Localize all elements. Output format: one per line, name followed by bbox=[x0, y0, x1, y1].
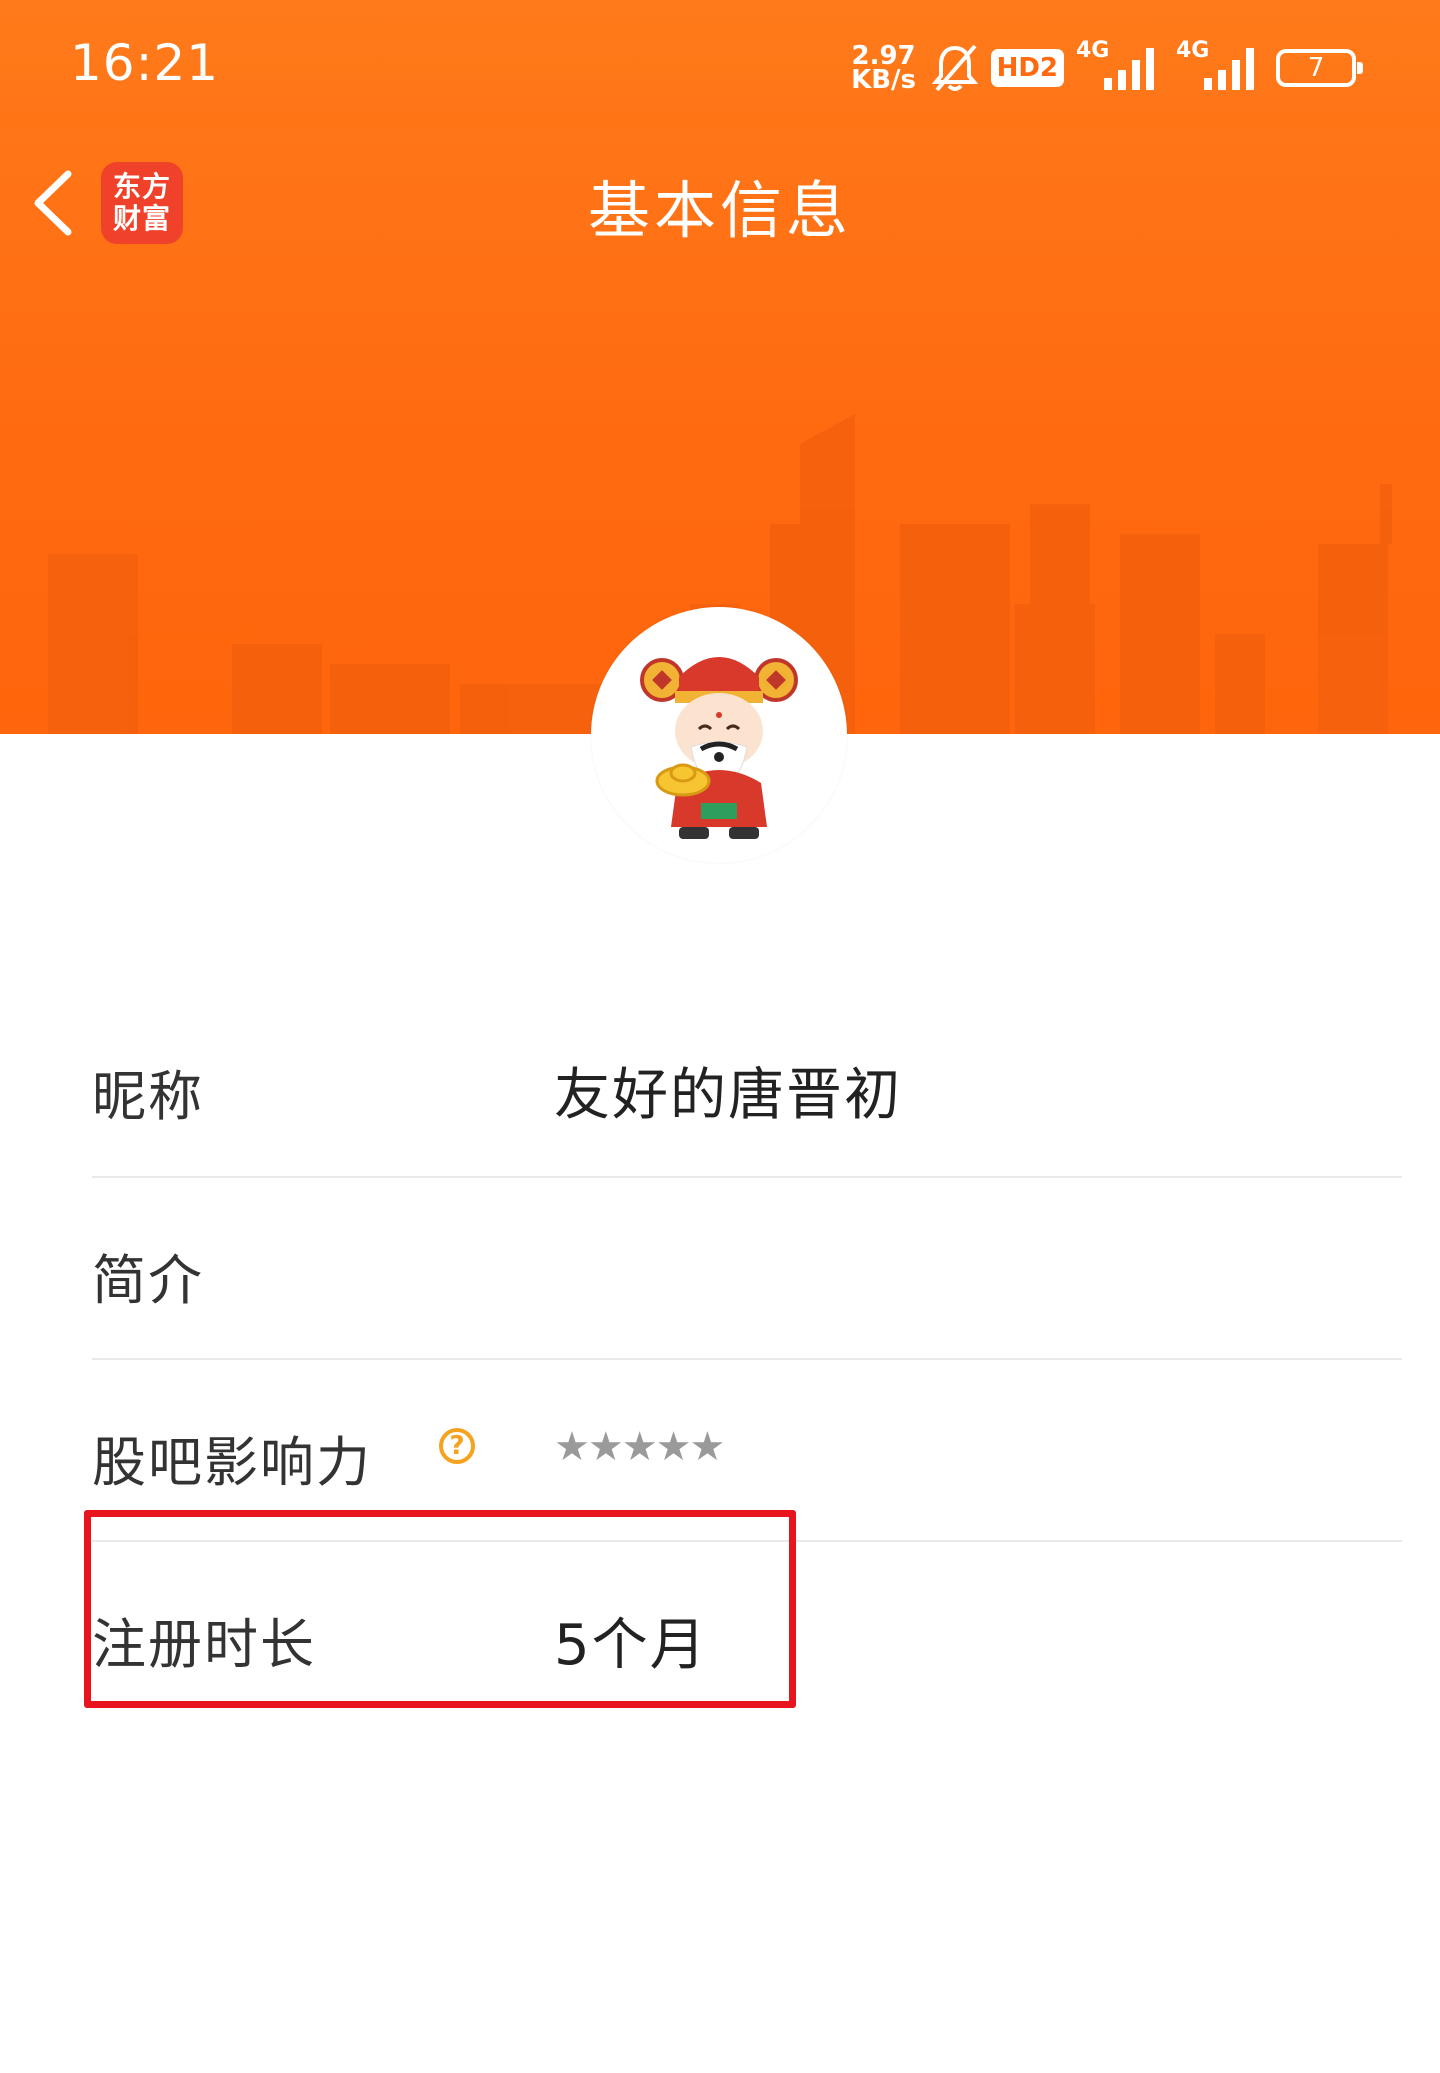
status-icons: 2.97 KB/s HD2 4G 4G 7 bbox=[849, 38, 1363, 96]
influence-star-rating: ★★★★★ bbox=[554, 1424, 725, 1470]
row-nickname[interactable]: 昵称 友好的唐晋初 bbox=[92, 1052, 1402, 1128]
god-of-wealth-avatar-image bbox=[640, 657, 798, 839]
battery-level: 7 bbox=[1307, 53, 1325, 83]
signal-2-label: 4G bbox=[1176, 38, 1210, 63]
influence-label: 股吧影响力 bbox=[92, 1431, 372, 1494]
battery-indicator: 7 bbox=[1276, 49, 1363, 87]
highlight-annotation-box bbox=[84, 1510, 796, 1708]
hd-voice-badge: HD2 bbox=[990, 49, 1064, 87]
signal-1-label: 4G bbox=[1076, 38, 1110, 63]
help-question-icon[interactable]: ? bbox=[439, 1428, 475, 1464]
profile-basic-info-page: 16:21 2.97 KB/s HD2 4G 4G 7 东方 财富 基本信息 昵… bbox=[0, 0, 1440, 2073]
network-speed: 2.97 KB/s bbox=[849, 43, 919, 95]
divider bbox=[92, 1358, 1402, 1360]
row-bio[interactable]: 简介 bbox=[92, 1236, 1402, 1312]
signal-strength-2: 4G bbox=[1176, 38, 1264, 96]
page-title: 基本信息 bbox=[587, 174, 852, 247]
user-avatar[interactable] bbox=[591, 607, 847, 863]
status-time: 16:21 bbox=[70, 34, 220, 92]
divider bbox=[92, 1176, 1402, 1178]
row-influence: 股吧影响力 ? ★★★★★ bbox=[92, 1418, 1402, 1494]
network-speed-unit: KB/s bbox=[851, 65, 917, 95]
signal-strength-1: 4G bbox=[1076, 38, 1164, 96]
nickname-label: 昵称 bbox=[92, 1065, 204, 1128]
bell-muted-icon bbox=[931, 44, 978, 92]
nickname-value: 友好的唐晋初 bbox=[554, 1063, 902, 1128]
bio-label: 简介 bbox=[92, 1249, 204, 1312]
